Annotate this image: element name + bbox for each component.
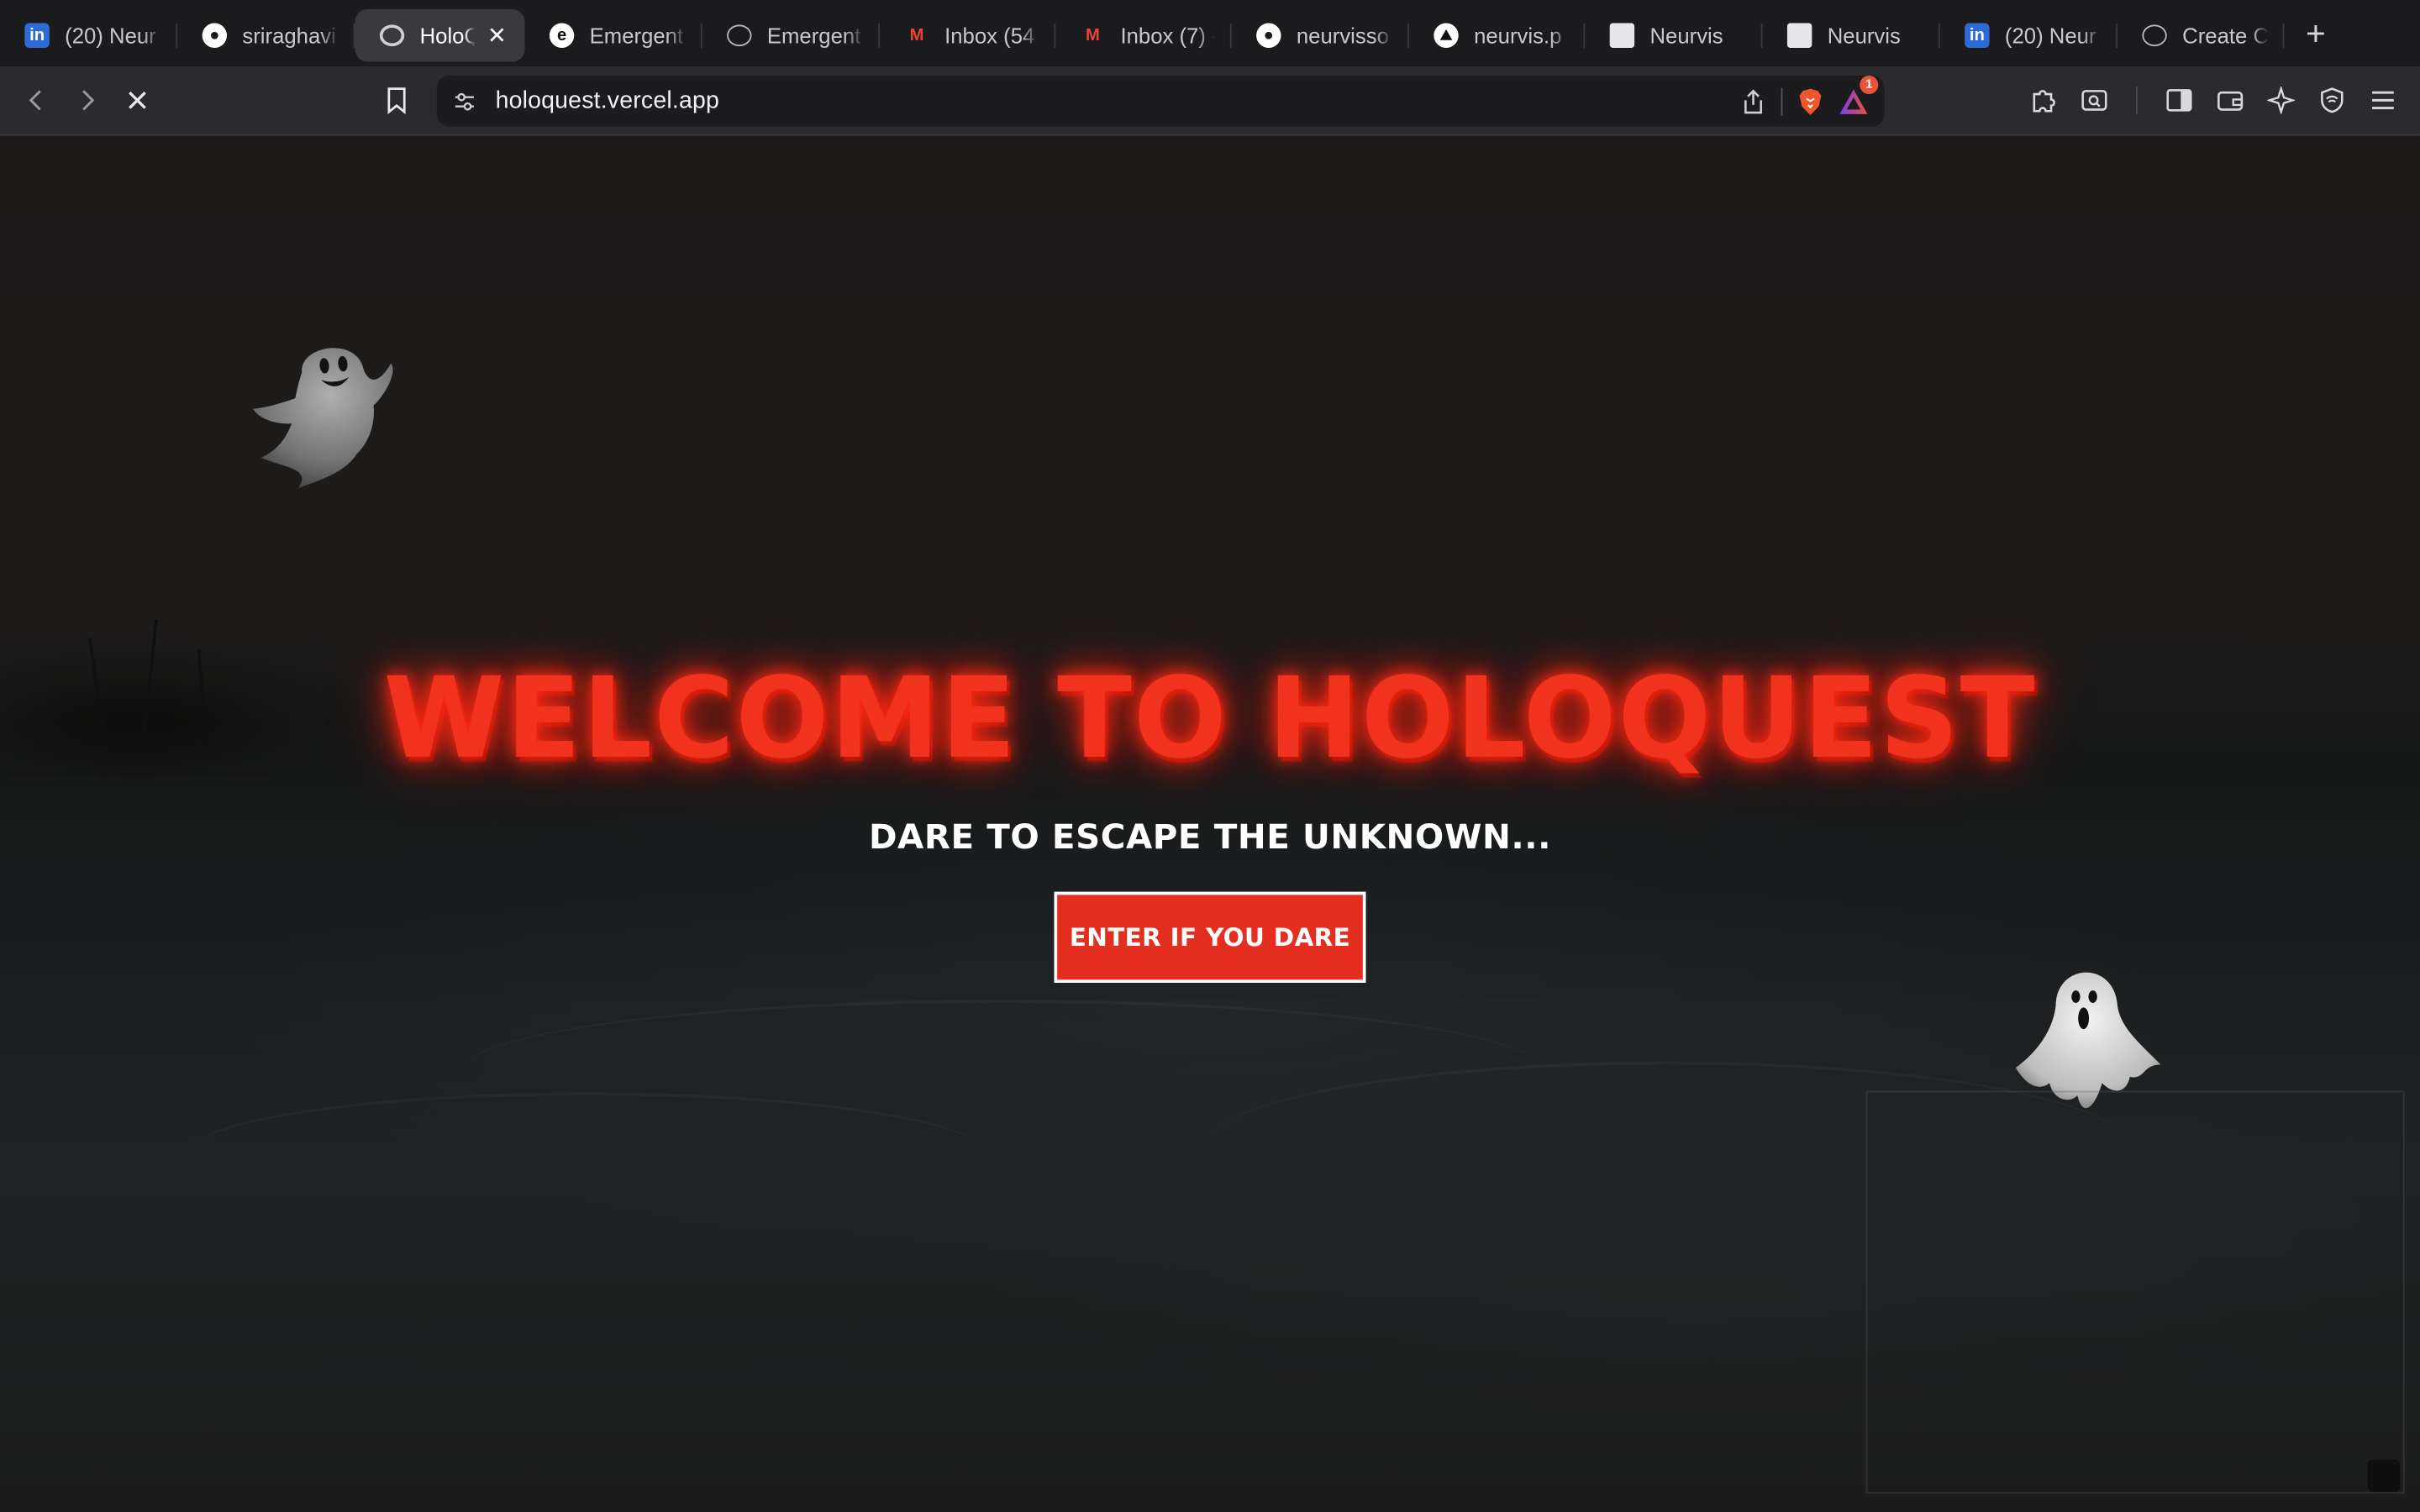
search-page-icon (2081, 90, 2107, 111)
extensions-button[interactable] (2018, 76, 2068, 125)
tab-title: Create Ca (2182, 22, 2269, 48)
github-icon: ● (202, 22, 227, 48)
hamburger-menu-icon (2372, 91, 2394, 110)
emergent-icon: e (549, 22, 575, 48)
neurvis-icon (1786, 22, 1812, 48)
menu-button[interactable] (2359, 76, 2408, 125)
linkedin-icon: in (1965, 22, 1990, 48)
tab[interactable]: in (20) Neur (1940, 8, 2118, 60)
tab-separator (2282, 22, 2285, 48)
new-tab-button[interactable]: + (2306, 15, 2326, 50)
tab-title: Inbox (54 (944, 22, 1035, 48)
address-bar-actions: 1 (1741, 75, 1879, 127)
page-title: WELCOME TO HOLOQUEST (383, 653, 2037, 784)
url-text[interactable]: holoquest.vercel.app (496, 87, 719, 115)
tab-title: sriraghavi (242, 22, 336, 48)
tab-strip: in (20) Neur ● sriraghavi HoloQ ✕ e Emergent Eme… (0, 0, 2420, 66)
address-bar-divider (1781, 87, 1783, 115)
toolbar-divider (2136, 86, 2138, 114)
tab[interactable]: Neurvis (1585, 8, 1763, 60)
holoquest-icon (379, 24, 405, 46)
toolbar-right-tools (2018, 76, 2407, 125)
brave-shields-icon[interactable] (1798, 87, 1823, 115)
tab[interactable]: e Emergent (524, 8, 702, 60)
share-icon[interactable] (1741, 87, 1765, 115)
forward-button[interactable] (61, 76, 111, 125)
bookmark-icon (387, 87, 406, 114)
chevron-right-icon (82, 90, 95, 111)
site-settings-icon[interactable] (452, 89, 476, 113)
neurvis-icon (1609, 22, 1635, 48)
tab[interactable]: M Inbox (54 (880, 8, 1056, 60)
sidebar-icon (2166, 89, 2192, 112)
bookmark-button[interactable] (372, 76, 422, 125)
shield-icon (2321, 87, 2344, 113)
tab[interactable]: in (20) Neur (0, 8, 178, 60)
browser-toolbar: holoquest.vercel.app 1 (0, 66, 2420, 136)
tab-close-button[interactable]: ✕ (485, 21, 509, 49)
corner-widget-button[interactable] (2367, 1459, 2401, 1493)
tab-title: Emergent (589, 22, 684, 48)
linkedin-icon: in (24, 22, 50, 48)
browser-window: in (20) Neur ● sriraghavi HoloQ ✕ e Emergent Eme… (0, 0, 2420, 1512)
overlay-frame (1865, 1090, 2405, 1494)
tab[interactable]: M Inbox (7) - (1055, 8, 1232, 60)
tab[interactable]: HoloQ ✕ (355, 8, 525, 61)
tab[interactable]: neurvis.p (1409, 8, 1586, 60)
github-icon: ● (1256, 22, 1281, 48)
vercel-icon (1434, 22, 1459, 48)
wallet-icon (2217, 91, 2244, 111)
stop-loading-button[interactable] (113, 76, 162, 125)
tab-title: neurvisso (1296, 22, 1389, 48)
page-search-button[interactable] (2070, 76, 2119, 125)
brave-rewards-button[interactable]: 1 (1839, 75, 1879, 115)
tab[interactable]: Neurvis (1763, 8, 1940, 60)
chevron-left-icon (29, 90, 41, 111)
tab-title: Emergent (766, 22, 861, 48)
rewards-badge: 1 (1860, 75, 1879, 94)
globe-icon (727, 24, 752, 46)
puzzle-icon (2033, 90, 2055, 113)
wallet-button[interactable] (2206, 76, 2255, 125)
sidebar-button[interactable] (2154, 76, 2204, 125)
tab[interactable]: Emergent (702, 8, 880, 60)
tab-title: Neurvis (1827, 22, 1901, 48)
globe-icon (2142, 24, 2167, 46)
tab[interactable]: Create Ca (2118, 8, 2285, 60)
tab[interactable]: ● neurvisso (1232, 8, 1409, 60)
address-bar[interactable]: holoquest.vercel.app 1 (436, 75, 1885, 127)
tab-title: HoloQ (419, 22, 476, 48)
vpn-button[interactable] (2307, 76, 2357, 125)
tab-title: (20) Neur (65, 22, 156, 48)
tab-title: (20) Neur (2004, 22, 2096, 48)
gmail-icon: M (909, 25, 924, 45)
close-icon (129, 92, 146, 109)
tab[interactable]: ● sriraghavi (177, 8, 355, 60)
leo-ai-button[interactable] (2256, 76, 2306, 125)
tab-title: neurvis.p (1474, 22, 1562, 48)
page-viewport: WELCOME TO HOLOQUEST DARE TO ESCAPE THE … (0, 135, 2420, 1512)
page-subtitle: DARE TO ESCAPE THE UNKNOWN... (868, 819, 1552, 858)
tab-title: Neurvis (1649, 22, 1723, 48)
enter-button[interactable]: ENTER IF YOU DARE (1054, 891, 1366, 983)
sparkle-icon (2267, 86, 2296, 114)
gmail-icon: M (1085, 25, 1100, 45)
back-button[interactable] (13, 76, 62, 125)
tab-title: Inbox (7) - (1120, 22, 1217, 48)
